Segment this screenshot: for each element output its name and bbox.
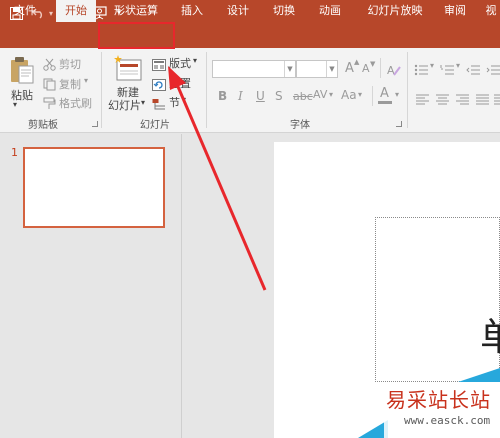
highlight-box [98,22,175,49]
powerpoint-window: ▾ ▾ 文件 开始 形状运算 插入 设计 切换 动画 幻灯片放映 审阅 视 粘贴… [0,0,500,438]
annotation-arrow [168,66,267,291]
